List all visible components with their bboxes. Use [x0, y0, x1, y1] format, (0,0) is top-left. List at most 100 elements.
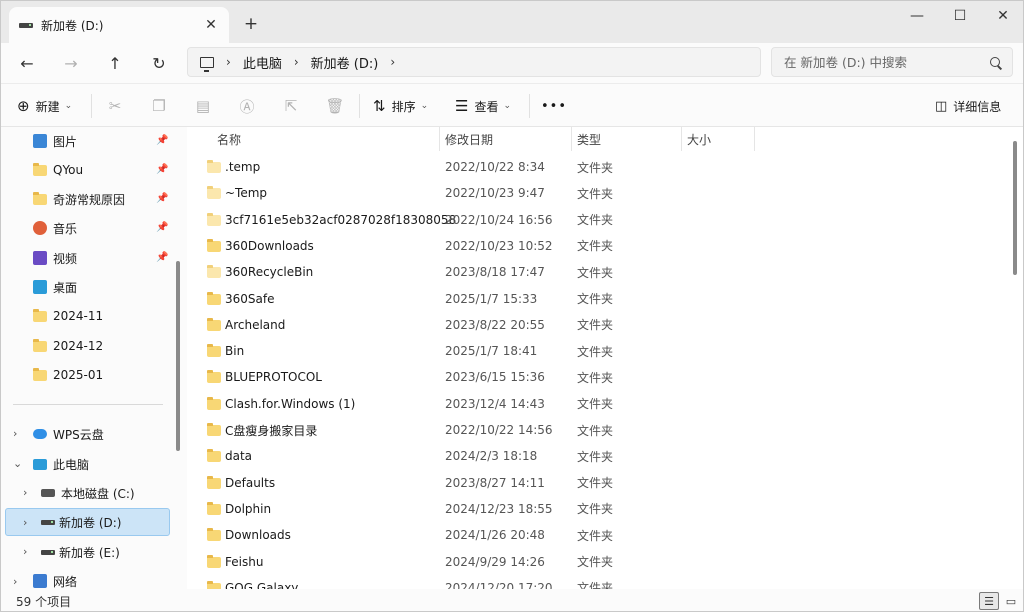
column-header-size[interactable]: 大小 — [687, 127, 711, 151]
sidebar-item-music[interactable]: 音乐 — [33, 215, 77, 241]
search-input[interactable] — [784, 54, 984, 70]
file-name[interactable]: GOG Galaxy — [225, 581, 298, 589]
file-row[interactable]: 360Safe 2025/1/7 15:33 文件夹 — [187, 286, 1007, 312]
forward-button[interactable]: → — [56, 49, 86, 77]
column-divider[interactable] — [681, 127, 682, 151]
sidebar-scrollbar[interactable] — [176, 261, 180, 451]
new-tab-button[interactable]: + — [239, 13, 263, 35]
search-box[interactable] — [771, 47, 1013, 77]
pin-icon[interactable]: 📌 — [156, 135, 168, 146]
sidebar-item-videos[interactable]: 视频 — [33, 245, 77, 271]
file-row[interactable]: Downloads 2024/1/26 20:48 文件夹 — [187, 522, 1007, 548]
file-row[interactable]: .temp 2022/10/22 8:34 文件夹 — [187, 154, 1007, 180]
new-button[interactable]: ⊕ 新建 ⌄ — [17, 92, 72, 120]
cut-button[interactable]: ✂ — [101, 92, 129, 120]
rename-button[interactable]: Ⓐ — [233, 92, 261, 120]
file-row[interactable]: 360Downloads 2022/10/23 10:52 文件夹 — [187, 233, 1007, 259]
file-row[interactable]: BLUEPROTOCOL 2023/6/15 15:36 文件夹 — [187, 364, 1007, 390]
breadcrumb-separator[interactable]: › — [226, 55, 231, 69]
sidebar-item-2025-01[interactable]: 2025-01 — [33, 362, 103, 388]
file-list-scrollbar[interactable] — [1013, 141, 1017, 275]
sidebar-item-this-pc[interactable]: 此电脑 — [33, 451, 89, 477]
file-name[interactable]: Dolphin — [225, 502, 271, 516]
up-button[interactable]: ↑ — [100, 49, 130, 77]
file-name[interactable]: Bin — [225, 344, 244, 358]
collapse-chevron-icon[interactable]: ⌄ — [13, 457, 22, 470]
sidebar-item-drive-c[interactable]: 本地磁盘 (C:) — [41, 480, 135, 506]
sidebar-item-network[interactable]: 网络 — [33, 568, 77, 589]
sidebar-item-2024-12[interactable]: 2024-12 — [33, 333, 103, 359]
column-divider[interactable] — [754, 127, 755, 151]
paste-button[interactable]: ▤ — [189, 92, 217, 120]
share-button[interactable]: ⇱ — [277, 92, 305, 120]
pin-icon[interactable]: 📌 — [156, 193, 168, 204]
pin-icon[interactable]: 📌 — [156, 252, 168, 263]
details-pane-button[interactable]: ◫ 详细信息 — [935, 92, 1001, 120]
file-name[interactable]: .temp — [225, 160, 260, 174]
sidebar-item-qiyou[interactable]: 奇游常规原因 — [33, 186, 125, 212]
file-row[interactable]: Feishu 2024/9/29 14:26 文件夹 — [187, 549, 1007, 575]
column-divider[interactable] — [571, 127, 572, 151]
refresh-button[interactable]: ↻ — [144, 49, 174, 77]
tiles-view-button[interactable]: ▭ — [1001, 592, 1021, 610]
pin-icon[interactable]: 📌 — [156, 164, 168, 175]
column-divider[interactable] — [439, 127, 440, 151]
file-name[interactable]: 360Downloads — [225, 239, 314, 253]
sidebar-item-wps-cloud[interactable]: WPS云盘 — [33, 421, 104, 447]
file-name[interactable]: BLUEPROTOCOL — [225, 370, 322, 384]
delete-button[interactable]: 🗑 — [321, 92, 349, 120]
sort-button[interactable]: ⇅ 排序 ⌄ — [373, 92, 428, 120]
copy-button[interactable]: ❐ — [145, 92, 173, 120]
file-row[interactable]: Defaults 2023/8/27 14:11 文件夹 — [187, 470, 1007, 496]
details-view-button[interactable]: ☰ — [979, 592, 999, 610]
file-name[interactable]: Feishu — [225, 555, 263, 569]
file-row[interactable]: Bin 2025/1/7 18:41 文件夹 — [187, 338, 1007, 364]
file-row[interactable]: GOG Galaxy 2024/12/20 17:20 文件夹 — [187, 575, 1007, 589]
file-name[interactable]: 360Safe — [225, 292, 274, 306]
file-row[interactable]: Archeland 2023/8/22 20:55 文件夹 — [187, 312, 1007, 338]
file-row[interactable]: Dolphin 2024/12/23 18:55 文件夹 — [187, 496, 1007, 522]
file-name[interactable]: Archeland — [225, 318, 285, 332]
sidebar-item-drive-e[interactable]: 新加卷 (E:) — [41, 539, 120, 565]
file-name[interactable]: Downloads — [225, 528, 291, 542]
column-header-name[interactable]: 名称 ^ — [217, 127, 357, 151]
file-row[interactable]: Clash.for.Windows (1) 2023/12/4 14:43 文件夹 — [187, 391, 1007, 417]
minimize-button[interactable]: — — [894, 1, 940, 31]
column-header-date[interactable]: 修改日期 — [445, 127, 493, 151]
sidebar-item-desktop[interactable]: 桌面 — [33, 274, 77, 300]
file-name[interactable]: data — [225, 449, 252, 463]
file-name[interactable]: 3cf7161e5eb32acf0287028f18308058 — [225, 213, 456, 227]
breadcrumb-separator[interactable]: › — [294, 55, 299, 69]
maximize-button[interactable]: ☐ — [937, 1, 983, 31]
back-button[interactable]: ← — [12, 49, 42, 77]
breadcrumb-this-pc[interactable]: 此电脑 — [243, 53, 282, 72]
file-name[interactable]: Defaults — [225, 476, 275, 490]
expand-chevron-icon[interactable]: › — [13, 575, 17, 588]
pin-icon[interactable]: 📌 — [156, 222, 168, 233]
more-options-button[interactable]: ••• — [541, 92, 567, 120]
breadcrumb-drive-d[interactable]: 新加卷 (D:) — [311, 53, 379, 72]
file-name[interactable]: ~Temp — [225, 186, 267, 200]
expand-chevron-icon[interactable]: › — [23, 486, 27, 499]
expand-chevron-icon[interactable]: › — [23, 545, 27, 558]
breadcrumb-separator[interactable]: › — [390, 55, 395, 69]
file-row[interactable]: 360RecycleBin 2023/8/18 17:47 文件夹 — [187, 259, 1007, 285]
close-window-button[interactable]: ✕ — [980, 1, 1023, 31]
file-row[interactable]: 3cf7161e5eb32acf0287028f18308058 2022/10/… — [187, 207, 1007, 233]
tab-close-icon[interactable]: ✕ — [201, 15, 221, 35]
sidebar-item-drive-d[interactable]: 新加卷 (D:) — [41, 509, 121, 535]
file-row[interactable]: C盘瘦身搬家目录 2022/10/22 14:56 文件夹 — [187, 417, 1007, 443]
file-name[interactable]: Clash.for.Windows (1) — [225, 397, 355, 411]
sidebar-item-qyou[interactable]: QYou — [33, 157, 83, 183]
file-row[interactable]: data 2024/2/3 18:18 文件夹 — [187, 443, 1007, 469]
address-bar[interactable]: › 此电脑 › 新加卷 (D:) › — [187, 47, 761, 77]
file-row[interactable]: ~Temp 2022/10/23 9:47 文件夹 — [187, 180, 1007, 206]
search-icon[interactable] — [990, 57, 1000, 67]
expand-chevron-icon[interactable]: › — [23, 516, 27, 529]
tab-drive-d[interactable]: 新加卷 (D:) ✕ — [9, 7, 229, 43]
sidebar-item-pictures[interactable]: 图片 — [33, 128, 77, 154]
expand-chevron-icon[interactable]: › — [13, 427, 17, 440]
column-header-type[interactable]: 类型 — [577, 127, 601, 151]
view-button[interactable]: ☰ 查看 ⌄ — [455, 92, 511, 120]
file-name[interactable]: C盘瘦身搬家目录 — [225, 422, 317, 439]
